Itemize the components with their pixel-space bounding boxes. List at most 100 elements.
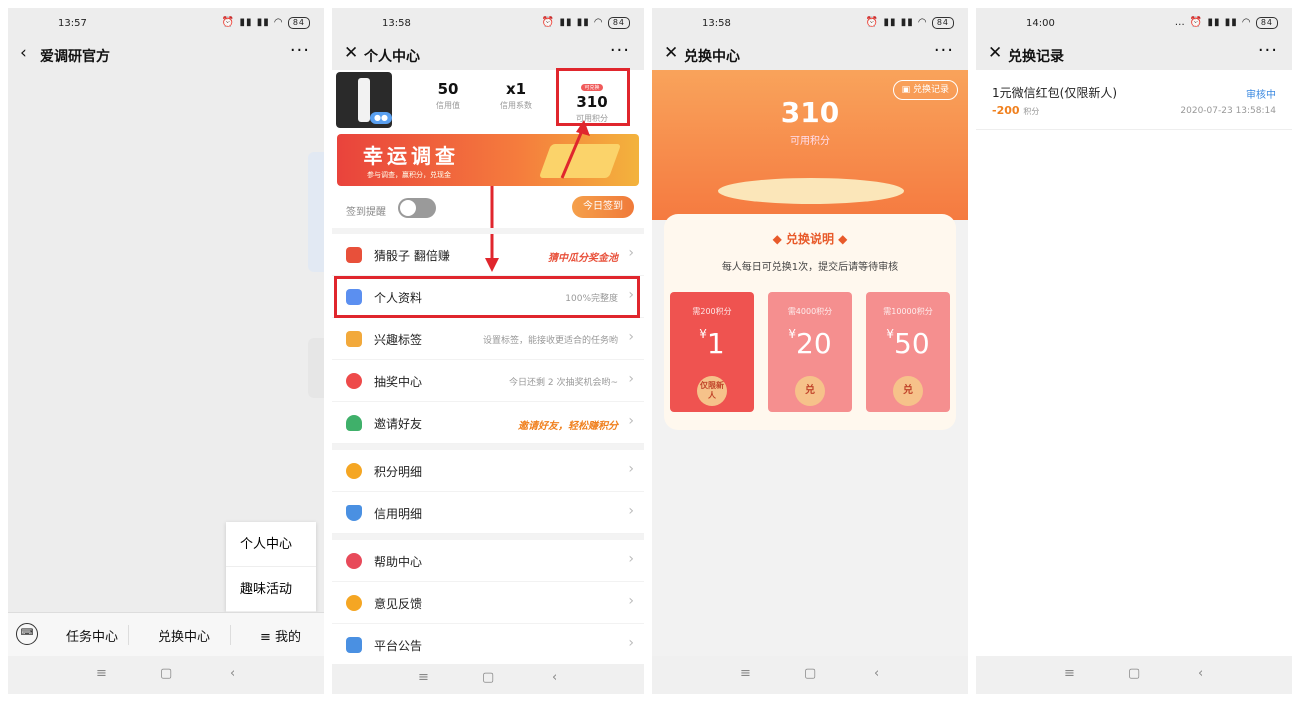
phone-screen-personal-center: 13:58 ⏰ ▮▮ ▮▮ ◠ 84 ✕ 个人中心 ··· ●● 50 信用值 … [332, 8, 644, 694]
tag-icon [346, 331, 362, 347]
row-label: 抽奖中心 [374, 375, 423, 389]
chevron-right-icon: › [628, 245, 634, 261]
back-icon[interactable]: ‹ [874, 666, 879, 681]
more-icon[interactable]: ··· [610, 40, 630, 61]
phone-screen-chat: 13:57 ⏰ ▮▮ ▮▮ ◠ 84 ‹ 爱调研官方 ··· 个人中心 趣味活动… [8, 8, 324, 694]
phone-screen-exchange-center: 13:58 ⏰ ▮▮ ▮▮ ◠ 84 ✕ 兑换中心 ··· ▣ 兑换记录 310… [652, 8, 968, 694]
nav-bar: ✕ 兑换中心 ··· [652, 40, 968, 70]
back-chevron-icon[interactable]: ‹ [20, 43, 27, 63]
avatar[interactable]: ●● [336, 72, 392, 128]
sign-in-button[interactable]: 今日签到 [572, 196, 634, 218]
heart-icon [346, 553, 362, 569]
divider [230, 625, 231, 645]
tile-redpacket-1[interactable]: 需200积分 ¥1 仅限新人 [670, 292, 754, 412]
system-nav-bar: ≡ ▢ ‹ [652, 656, 968, 694]
status-bar: 14:00 … ⏰ ▮▮ ▮▮ ◠ 84 [976, 8, 1292, 40]
row-help-center[interactable]: 帮助中心 › [332, 540, 644, 582]
more-icon[interactable]: ··· [1258, 40, 1278, 61]
row-dice-game[interactable]: 猜骰子 翻倍赚 猜中瓜分奖金池 › [332, 234, 644, 276]
popup-item-fun-activities[interactable]: 趣味活动 [226, 567, 316, 612]
row-interest-tags[interactable]: 兴趣标签 设置标签，能接收更适合的任务哟 › [332, 318, 644, 360]
points-label: 可用积分 [790, 136, 830, 147]
status-bar: 13:57 ⏰ ▮▮ ▮▮ ◠ 84 [8, 8, 324, 40]
menu-popup: 个人中心 趣味活动 [226, 522, 316, 612]
row-announcements[interactable]: 平台公告 › [332, 624, 644, 666]
home-icon[interactable]: ▢ [160, 666, 172, 681]
home-icon[interactable]: ▢ [482, 670, 494, 685]
menu-bar: ⌨ 任务中心 兑换中心 ≡ 我的 [8, 612, 324, 656]
row-feedback[interactable]: 意见反馈 › [332, 582, 644, 624]
lucky-survey-banner[interactable]: 幸运调查 参与调查，赢积分，兑现金 [337, 134, 639, 186]
status-icons: … ⏰ ▮▮ ▮▮ ◠ 84 [1175, 17, 1278, 29]
shield-icon [346, 505, 362, 521]
row-credit-detail[interactable]: 信用明细 › [332, 492, 644, 534]
home-icon[interactable]: ▢ [1128, 666, 1140, 681]
row-label: 帮助中心 [374, 555, 423, 569]
sign-reminder-toggle[interactable] [398, 198, 436, 218]
more-icon[interactable]: ··· [934, 40, 954, 61]
row-label: 兴趣标签 [374, 333, 423, 347]
row-points-detail[interactable]: 积分明细 › [332, 450, 644, 492]
nav-bar: ✕ 个人中心 ··· [332, 40, 644, 70]
back-icon[interactable]: ‹ [1198, 666, 1203, 681]
system-nav-bar: ≡ ▢ ‹ [8, 656, 324, 694]
row-label: 积分明细 [374, 465, 423, 479]
page-title: 爱调研官方 [40, 49, 110, 65]
close-icon[interactable]: ✕ [664, 43, 678, 63]
tile-requirement: 需200积分 [692, 307, 732, 316]
row-hint: 邀请好友，轻松赚积分 [518, 421, 618, 432]
new-user-only-button[interactable]: 仅限新人 [697, 376, 727, 406]
row-label: 平台公告 [374, 639, 423, 653]
stage-graphic [718, 178, 904, 204]
tab-exchange-center[interactable]: 兑换中心 [158, 626, 210, 645]
more-icon[interactable]: ··· [290, 40, 310, 61]
tile-redpacket-50[interactable]: 需10000积分 ¥50 兑 [866, 292, 950, 412]
redeem-button[interactable]: 兑 [795, 376, 825, 406]
points-value: 310 [780, 96, 840, 129]
exchange-card: ◆ 兑换说明 ◆ 每人每日可兑换1次，提交后请等待审核 需200积分 ¥1 仅限… [664, 214, 956, 430]
redeem-button[interactable]: 兑 [893, 376, 923, 406]
back-icon[interactable]: ‹ [230, 666, 235, 681]
menu-icon[interactable]: ≡ [740, 666, 751, 681]
tile-amount: ¥1 [699, 327, 725, 360]
phone-graphic-icon [538, 144, 622, 178]
close-icon[interactable]: ✕ [988, 43, 1002, 63]
status-time: 14:00 [1026, 18, 1055, 29]
menu-icon[interactable]: ≡ [418, 670, 429, 685]
close-icon[interactable]: ✕ [344, 43, 358, 63]
row-invite-friends[interactable]: 邀请好友 邀请好友，轻松赚积分 › [332, 402, 644, 444]
menu-icon[interactable]: ≡ [1064, 666, 1075, 681]
system-nav-bar: ≡ ▢ ‹ [332, 664, 644, 694]
status-bar: 13:58 ⏰ ▮▮ ▮▮ ◠ 84 [652, 8, 968, 40]
nav-bar: ‹ 爱调研官方 ··· [8, 40, 324, 70]
person-add-icon [346, 415, 362, 431]
avatar-image [358, 78, 370, 122]
status-badge: 审核中 [1246, 90, 1276, 101]
nav-bar: ✕ 兑换记录 ··· [976, 40, 1292, 70]
records-list [976, 70, 1292, 656]
back-icon[interactable]: ‹ [552, 670, 557, 685]
menu-icon[interactable]: ≡ [96, 666, 107, 681]
stat-credit-coefficient: x1 信用系数 [486, 80, 546, 111]
status-icons: ⏰ ▮▮ ▮▮ ◠ 84 [866, 17, 954, 29]
tile-requirement: 需4000积分 [787, 307, 833, 316]
toggle-knob [400, 200, 416, 216]
sign-in-row: 签到提醒 今日签到 [332, 194, 644, 224]
list-item[interactable]: 1元微信红包(仅限新人) 审核中 -200 积分 2020-07-23 13:5… [976, 72, 1292, 130]
record-amount-value: -200 [992, 104, 1020, 117]
stat-value: 50 [437, 80, 459, 98]
home-icon[interactable]: ▢ [804, 666, 816, 681]
tab-mine[interactable]: ≡ 我的 [260, 626, 301, 645]
tile-redpacket-20[interactable]: 需4000积分 ¥20 兑 [768, 292, 852, 412]
keyboard-icon[interactable]: ⌨ [16, 623, 38, 645]
row-lottery-center[interactable]: 抽奖中心 今日还剩 2 次抽奖机会哟~ › [332, 360, 644, 402]
tab-task-center[interactable]: 任务中心 [66, 626, 118, 645]
stat-credit: 50 信用值 [418, 80, 478, 111]
battery-icon: 84 [1255, 17, 1278, 29]
dice-icon [346, 247, 362, 263]
popup-item-personal-center[interactable]: 个人中心 [226, 522, 316, 567]
stat-value: x1 [505, 80, 527, 98]
status-time: 13:58 [382, 18, 411, 29]
battery-icon: 84 [931, 17, 954, 29]
record-amount-unit: 积分 [1023, 107, 1040, 116]
